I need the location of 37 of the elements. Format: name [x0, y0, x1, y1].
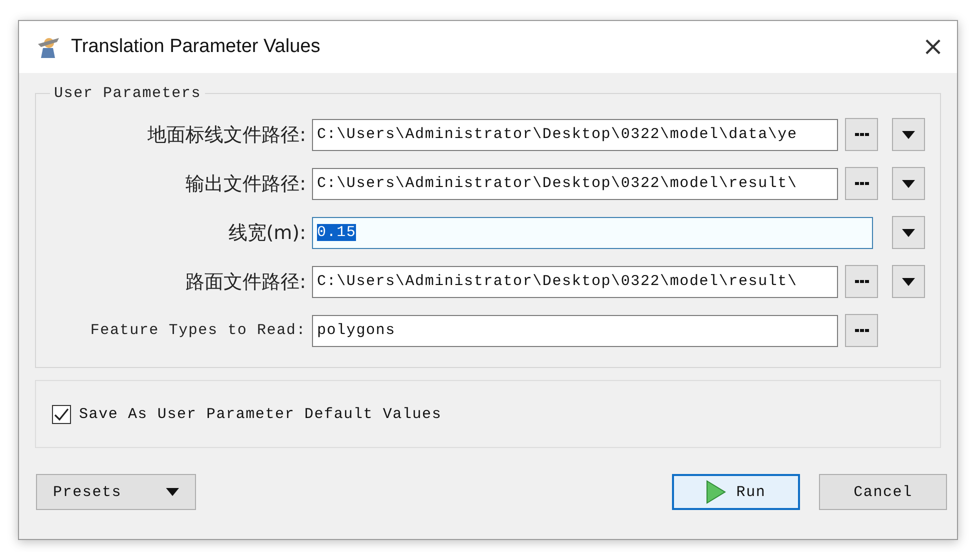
caret-icon: [902, 228, 915, 236]
field-label: Feature Types to Read:: [90, 322, 307, 339]
input-field[interactable]: C:\Users\Administrator\Desktop\0322\model\result\: [312, 266, 838, 298]
ellipsis-icon: [854, 328, 868, 332]
window-title: Translation Parameter Values: [71, 36, 322, 58]
caret-icon: [902, 130, 915, 138]
field-label: 路面文件路径:: [186, 270, 307, 294]
input-field[interactable]: polygons: [312, 314, 838, 346]
browse-button[interactable]: [845, 167, 878, 200]
dropdown-button[interactable]: [892, 118, 925, 151]
checkbox[interactable]: [52, 404, 71, 424]
field-label: 地面标线文件路径:: [148, 122, 307, 148]
ellipsis-icon: [854, 280, 868, 284]
dropdown-button[interactable]: [892, 216, 925, 249]
input-field[interactable]: 0.15: [312, 216, 873, 248]
checkbox-label[interactable]: Save As User Parameter Default Values: [79, 406, 442, 422]
field-label: 输出文件路径:: [186, 172, 307, 196]
presets-button[interactable]: Presets: [36, 474, 196, 510]
caret-icon: [902, 278, 915, 286]
caret-icon: [166, 488, 179, 496]
play-icon: [706, 480, 726, 504]
close-button[interactable]: ×: [909, 32, 957, 62]
dropdown-button[interactable]: [892, 265, 925, 298]
caret-icon: [902, 180, 915, 188]
input-field[interactable]: C:\Users\Administrator\Desktop\0322\model\result\: [312, 168, 838, 200]
browse-button[interactable]: [845, 118, 878, 151]
run-button[interactable]: Run: [672, 474, 800, 510]
ellipsis-icon: [854, 132, 868, 136]
field-label: 线宽(m):: [228, 220, 307, 246]
input-field[interactable]: C:\Users\Administrator\Desktop\0322\model\data\ye: [312, 118, 838, 150]
dropdown-button[interactable]: [892, 167, 925, 200]
browse-button[interactable]: [845, 265, 878, 298]
browse-button[interactable]: [845, 314, 878, 347]
group-title: User Parameters: [53, 85, 202, 102]
cancel-button[interactable]: Cancel: [819, 474, 947, 510]
checkmark-icon: [54, 408, 69, 420]
ellipsis-icon: [854, 182, 868, 186]
